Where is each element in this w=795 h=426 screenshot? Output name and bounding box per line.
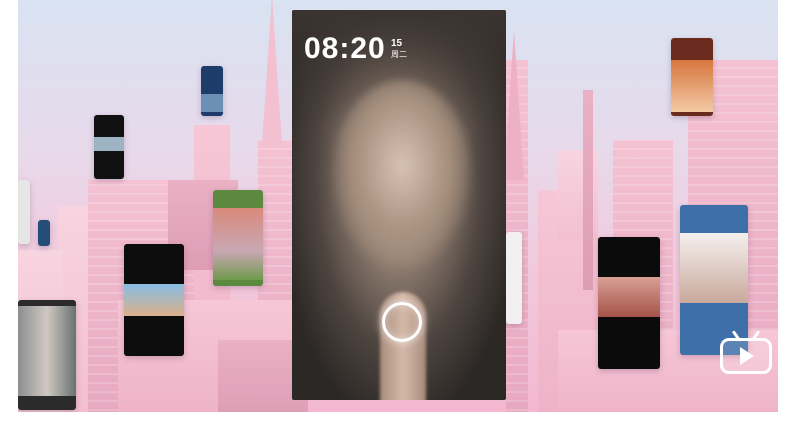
floating-screen <box>18 300 76 410</box>
lock-date-weekday: 周二 <box>391 50 407 59</box>
floating-screen <box>94 115 124 179</box>
floating-screen <box>506 232 522 324</box>
floating-screen <box>124 244 184 356</box>
floating-screen <box>598 237 660 369</box>
lock-date: 15 周二 <box>391 38 407 60</box>
floating-screen <box>38 220 50 246</box>
spire <box>504 30 524 180</box>
building <box>583 90 593 290</box>
lock-time: 08:20 <box>304 32 386 65</box>
lock-date-day: 15 <box>391 38 403 49</box>
bilibili-tv-icon <box>720 330 772 374</box>
play-icon <box>740 347 754 365</box>
floating-screen <box>201 66 223 116</box>
touch-ring-icon[interactable] <box>382 302 422 342</box>
city-scene: 08:20 15 周二 <box>18 0 778 412</box>
floating-screen <box>18 180 30 244</box>
floating-screen <box>671 38 713 116</box>
main-phone-screen[interactable]: 08:20 15 周二 <box>292 10 506 400</box>
spire <box>262 0 282 145</box>
blurred-face <box>332 80 472 270</box>
floating-screen <box>213 190 263 286</box>
